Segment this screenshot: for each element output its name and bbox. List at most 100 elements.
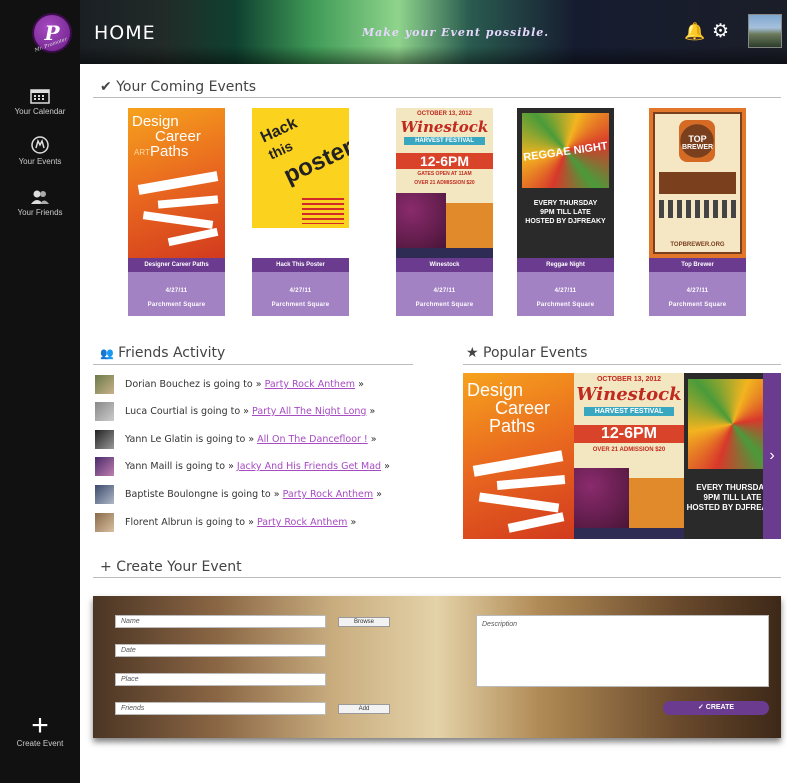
- event-place: Parchment Square: [536, 302, 595, 308]
- event-link[interactable]: Party Rock Anthem: [265, 379, 356, 390]
- event-info: 4/27/11 Parchment Square: [649, 272, 746, 316]
- poster-text: TOPBREWER.ORG: [670, 242, 725, 248]
- poster-text: OCTOBER 13, 2012: [596, 376, 662, 383]
- event-info: 4/27/11 Parchment Square: [252, 272, 349, 316]
- friend-name: Yann Maill: [125, 461, 173, 472]
- divider: [93, 577, 781, 578]
- sidebar-item-calendar[interactable]: Your Calendar: [0, 88, 80, 116]
- event-info: 4/27/11 Parchment Square: [396, 272, 493, 316]
- going-text: is going to: [195, 517, 246, 528]
- plus-icon: +: [31, 709, 49, 742]
- carousel-slide[interactable]: OCTOBER 13, 2012 Winestock HARVEST FESTI…: [574, 373, 684, 539]
- gear-icon[interactable]: ⚙: [712, 20, 729, 43]
- header: HOME Make your Event possible. 🔔 ⚙: [80, 0, 787, 64]
- friends-field[interactable]: Friends: [115, 702, 326, 715]
- create-event-heading: + Create Your Event: [100, 559, 242, 575]
- bell-icon[interactable]: 🔔: [684, 22, 705, 42]
- event-link[interactable]: Jacky And His Friends Get Mad: [237, 461, 381, 472]
- name-field[interactable]: Name: [115, 615, 326, 628]
- event-info: 4/27/11 Parchment Square: [128, 272, 225, 316]
- page-title: HOME: [94, 22, 156, 44]
- friend-name: Luca Courtial: [125, 406, 188, 417]
- events-icon: [31, 136, 49, 154]
- tagline: Make your Event possible.: [362, 26, 550, 39]
- sidebar: P Mr. Promoter Your Calendar Your Events…: [0, 0, 80, 783]
- event-info: 4/27/11 Parchment Square: [517, 272, 614, 316]
- avatar[interactable]: [95, 485, 114, 504]
- poster-text: Design: [132, 113, 179, 130]
- poster-text: Career: [495, 398, 551, 418]
- add-button[interactable]: Add: [338, 704, 390, 714]
- avatar[interactable]: [95, 402, 114, 421]
- event-link[interactable]: All On The Dancefloor !: [257, 434, 368, 445]
- coming-events-heading: ✔ Your Coming Events: [100, 79, 256, 95]
- friends-icon: [31, 190, 49, 204]
- event-name: Designer Career Paths: [128, 258, 225, 272]
- carousel-next-arrow[interactable]: ›: [763, 373, 781, 539]
- poster-text: Career: [155, 128, 201, 145]
- event-place: Parchment Square: [271, 302, 330, 308]
- going-text: is going to: [221, 489, 271, 500]
- browse-button[interactable]: Browse: [338, 617, 390, 627]
- sidebar-item-label: Your Calendar: [14, 107, 66, 116]
- poster-text: GATES OPEN AT 11AM: [417, 171, 472, 177]
- poster-text: BREWER: [681, 144, 714, 151]
- poster-text: OVER 21 ADMISSION $20: [414, 180, 475, 186]
- event-card[interactable]: Hack this poster Hack This Poster 4/27/1…: [252, 108, 349, 316]
- event-date: 4/27/11: [165, 288, 188, 294]
- sidebar-item-events[interactable]: Your Events: [0, 136, 80, 166]
- poster-text: Paths: [489, 416, 536, 436]
- sidebar-item-create-event[interactable]: + Create Event: [0, 709, 80, 749]
- calendar-icon: [30, 89, 50, 104]
- poster-text: Paths: [150, 143, 189, 160]
- poster-text: OCTOBER 13, 2012: [417, 111, 472, 117]
- poster-text: HARVEST FESTIVAL: [584, 407, 674, 416]
- event-place: Parchment Square: [147, 302, 206, 308]
- popular-events-carousel[interactable]: Design Career Paths OCTOBER 13, 2012 Win…: [463, 373, 781, 539]
- popular-events-heading: ★ Popular Events: [466, 345, 587, 361]
- sidebar-item-label: Your Events: [18, 157, 62, 166]
- going-text: is going to: [195, 434, 246, 445]
- carousel-slide[interactable]: Design Career Paths: [463, 373, 574, 539]
- event-card[interactable]: Design Career Paths ART Designer Career …: [128, 108, 225, 316]
- avatar[interactable]: [95, 513, 114, 532]
- sidebar-item-friends[interactable]: Your Friends: [0, 189, 80, 217]
- event-poster: Design Career Paths ART: [128, 108, 225, 258]
- avatar[interactable]: [95, 375, 114, 394]
- avatar[interactable]: [95, 457, 114, 476]
- going-text: is going to: [203, 379, 253, 390]
- divider: [93, 97, 781, 98]
- plus-icon: +: [100, 559, 112, 575]
- event-name: Reggae Night: [517, 258, 614, 272]
- date-field[interactable]: Date: [115, 644, 326, 657]
- event-place: Parchment Square: [668, 302, 727, 308]
- check-icon: ✔: [100, 79, 112, 95]
- avatar[interactable]: [95, 430, 114, 449]
- event-date: 4/27/11: [289, 288, 312, 294]
- event-poster: OCTOBER 13, 2012 Winestock HARVEST FESTI…: [396, 108, 493, 258]
- event-name: Winestock: [396, 258, 493, 272]
- event-name: Hack This Poster: [252, 258, 349, 272]
- description-field[interactable]: Description: [476, 615, 769, 687]
- friend-name: Dorian Bouchez: [125, 379, 200, 390]
- event-card[interactable]: TOP BREWER TOPBREWER.ORG Top Brewer 4/27…: [649, 108, 746, 316]
- create-button[interactable]: ✓ CREATE: [663, 701, 769, 715]
- event-card[interactable]: OCTOBER 13, 2012 Winestock HARVEST FESTI…: [396, 108, 493, 316]
- event-card[interactable]: REGGAE NIGHT EVERY THURSDAY 9PM TILL LAT…: [517, 108, 614, 316]
- poster-text: HARVEST FESTIVAL: [404, 137, 485, 145]
- event-poster: TOP BREWER TOPBREWER.ORG: [649, 108, 746, 258]
- event-link[interactable]: Party All The Night Long: [252, 406, 366, 417]
- event-place: Parchment Square: [415, 302, 474, 308]
- poster-text: Winestock: [400, 118, 489, 136]
- poster-text: OVER 21 ADMISSION $20: [592, 447, 666, 453]
- place-field[interactable]: Place: [115, 673, 326, 686]
- event-link[interactable]: Party Rock Anthem: [283, 489, 374, 500]
- event-name: Top Brewer: [649, 258, 746, 272]
- event-link[interactable]: Party Rock Anthem: [257, 517, 348, 528]
- event-poster: Hack this poster: [252, 108, 349, 258]
- friends-activity-heading: 👥 Friends Activity: [100, 345, 225, 361]
- create-event-form: Name Browse Date Place Friends Add Descr…: [93, 596, 781, 738]
- sidebar-item-label: Create Event: [16, 739, 64, 748]
- avatar[interactable]: [748, 14, 782, 48]
- poster-text: ART: [134, 148, 150, 157]
